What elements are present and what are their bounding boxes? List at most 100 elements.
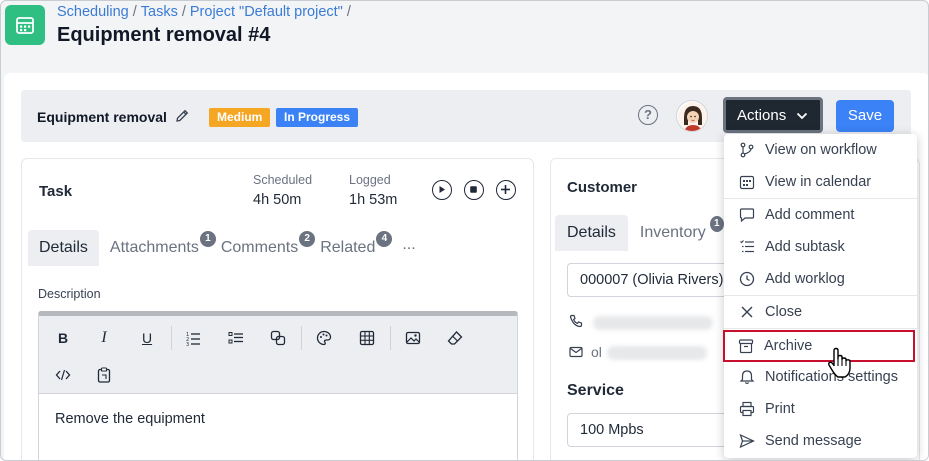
tab-details[interactable]: Details — [28, 230, 99, 266]
tab-comments[interactable]: Comments 2 — [210, 230, 316, 266]
save-button[interactable]: Save — [836, 100, 894, 132]
play-icon[interactable] — [432, 180, 452, 200]
tab-label: Inventory — [639, 224, 706, 241]
tab-label: Related — [320, 239, 376, 256]
page-title: Equipment removal #4 — [57, 24, 271, 46]
pencil-icon[interactable] — [174, 108, 190, 129]
menu-item-label: View in calendar — [765, 174, 872, 190]
menu-item-view-in-calendar[interactable]: View in calendar — [724, 166, 917, 198]
menu-item-label: Add worklog — [765, 271, 845, 287]
table-icon[interactable] — [355, 326, 379, 350]
tab-customer-details[interactable]: Details — [555, 215, 628, 251]
menu-item-label: View on workflow — [765, 142, 877, 158]
app-window: Scheduling / Tasks / Project "Default projec… — [0, 0, 929, 461]
svg-text:3: 3 — [186, 342, 189, 346]
task-panel: Task Scheduled 4h 50m Logged 1h 53m Deta… — [21, 158, 534, 460]
breadcrumb-project[interactable]: Project "Default project" — [190, 4, 343, 20]
tab-label: Attachments — [109, 239, 199, 256]
bell-icon — [738, 368, 756, 386]
menu-item-label: Close — [765, 304, 803, 320]
actions-menu: View on workflow View in calendar Add co… — [723, 134, 917, 458]
description-text: Remove the equipment — [55, 411, 205, 427]
actions-button[interactable]: Actions — [723, 97, 823, 133]
breadcrumb-tasks[interactable]: Tasks — [141, 4, 178, 20]
palette-icon[interactable] — [312, 326, 336, 350]
customer-panel-title: Customer — [567, 179, 638, 196]
send-icon — [738, 432, 756, 450]
printer-icon — [738, 400, 756, 418]
clipboard-icon[interactable] — [92, 363, 116, 387]
task-panel-title: Task — [39, 183, 73, 200]
breadcrumb-separator: / — [181, 4, 186, 20]
toolbar-divider — [301, 326, 302, 350]
image-icon[interactable] — [401, 326, 425, 350]
menu-item-close[interactable]: Close — [724, 296, 917, 328]
menu-item-add-subtask[interactable]: Add subtask — [724, 231, 917, 263]
ordered-list-icon[interactable]: 123 — [181, 326, 205, 350]
menu-item-print[interactable]: Print — [724, 393, 917, 425]
menu-item-label: Archive — [764, 338, 813, 354]
copy-icon[interactable] — [266, 326, 290, 350]
status-badge: In Progress — [276, 108, 359, 127]
priority-badge: Medium — [209, 108, 271, 127]
mail-icon — [569, 345, 583, 363]
tab-label: Details — [567, 224, 616, 241]
eraser-icon[interactable] — [443, 326, 467, 350]
bullet-list-icon[interactable] — [224, 326, 248, 350]
close-icon — [738, 303, 756, 321]
tab-related[interactable]: Related 4 — [309, 230, 393, 266]
scheduling-app-icon[interactable] — [5, 5, 45, 45]
redacted-email — [607, 346, 707, 360]
hand-cursor-icon — [827, 347, 853, 384]
avatar[interactable] — [676, 100, 708, 132]
code-icon[interactable] — [51, 363, 75, 387]
breadcrumb-separator: / — [346, 4, 351, 20]
redacted-phone — [593, 316, 713, 330]
add-icon[interactable] — [496, 180, 516, 200]
stop-icon[interactable] — [464, 180, 484, 200]
comment-icon — [738, 206, 756, 224]
clock-icon — [738, 270, 756, 288]
italic-icon[interactable]: I — [92, 326, 116, 350]
tab-label: Details — [39, 239, 88, 256]
workflow-icon — [738, 141, 756, 159]
toolbar-divider — [390, 326, 391, 350]
breadcrumb: Scheduling / Tasks / Project "Default projec… — [57, 4, 355, 20]
description-label: Description — [38, 287, 101, 301]
subtask-icon — [738, 238, 756, 256]
menu-divider — [724, 328, 917, 329]
description-editor[interactable]: B I U 123 Remove the equipment — [38, 311, 518, 460]
scheduled-label: Scheduled — [253, 173, 313, 187]
customer-tabs: Details Inventory 1 — [555, 215, 724, 251]
menu-item-add-worklog[interactable]: Add worklog — [724, 263, 917, 295]
breadcrumb-separator: / — [132, 4, 137, 20]
menu-item-add-comment[interactable]: Add comment — [724, 199, 917, 231]
help-icon[interactable]: ? — [638, 105, 658, 125]
menu-item-view-on-workflow[interactable]: View on workflow — [724, 134, 917, 166]
task-name: Equipment removal — [37, 109, 167, 125]
menu-item-archive[interactable]: Archive — [723, 330, 915, 362]
tab-inventory[interactable]: Inventory 1 — [628, 215, 724, 251]
toolbar-divider — [171, 326, 172, 350]
menu-item-notifications-settings[interactable]: Notifications settings — [724, 361, 917, 393]
scheduled-value: 4h 50m — [253, 192, 302, 208]
archive-icon — [737, 337, 755, 355]
underline-icon[interactable]: U — [135, 326, 159, 350]
actions-label: Actions — [737, 106, 787, 124]
tab-label: Comments — [220, 239, 299, 256]
menu-item-send-message[interactable]: Send message — [724, 425, 917, 457]
chevron-down-icon — [796, 112, 808, 120]
breadcrumb-scheduling[interactable]: Scheduling — [57, 4, 129, 20]
count-badge: 1 — [709, 216, 724, 232]
menu-item-label: Add comment — [765, 207, 855, 223]
tab-attachments[interactable]: Attachments 1 — [99, 230, 216, 266]
bold-icon[interactable]: B — [51, 326, 75, 350]
logged-label: Logged — [349, 173, 391, 187]
menu-item-label: Print — [765, 401, 795, 417]
menu-item-label: Add subtask — [765, 239, 845, 255]
calendar-icon — [738, 173, 756, 191]
phone-icon — [569, 314, 583, 333]
menu-item-label: Send message — [765, 433, 862, 449]
service-label: Service — [567, 382, 624, 399]
email-value[interactable]: ol — [591, 344, 602, 360]
